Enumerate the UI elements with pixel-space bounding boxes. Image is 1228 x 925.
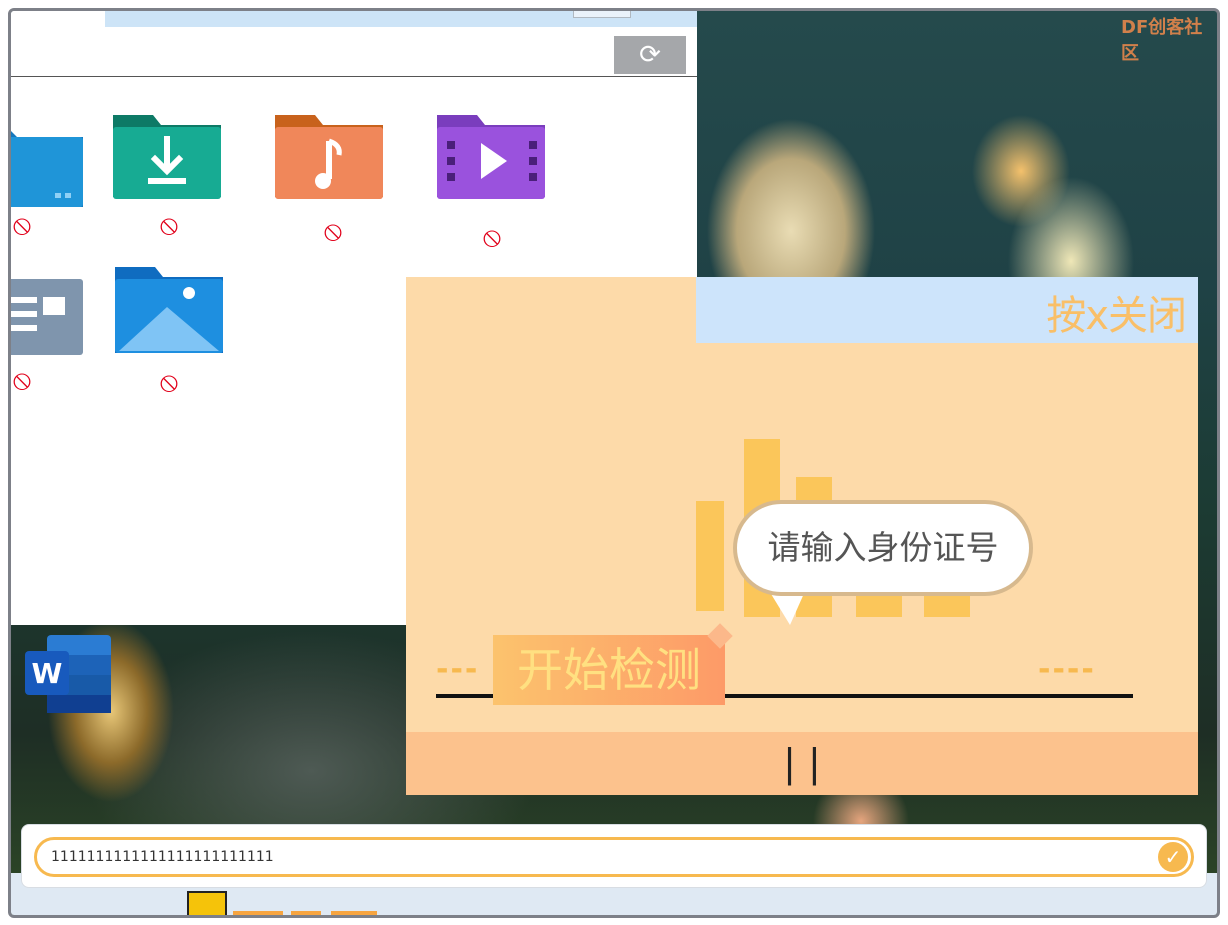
dash-decoration-right: ---- bbox=[1038, 652, 1096, 687]
deco-bar bbox=[696, 501, 724, 611]
address-bar-stub[interactable] bbox=[573, 11, 631, 18]
watermark-logo: DF创客社区 bbox=[1121, 17, 1203, 64]
refresh-button[interactable]: ⟳ bbox=[614, 36, 686, 74]
dialog-header: 按x关闭 bbox=[696, 277, 1198, 343]
blocked-icon: ⦸ bbox=[482, 220, 502, 253]
speech-bubble: 请输入身份证号 bbox=[733, 500, 1033, 596]
downloads-folder-icon[interactable] bbox=[109, 111, 225, 201]
taskbar-active-indicator bbox=[291, 911, 321, 915]
confirm-check-icon[interactable]: ✓ bbox=[1158, 842, 1188, 872]
videos-folder-icon[interactable] bbox=[433, 111, 549, 201]
word-app-icon[interactable]: W bbox=[25, 635, 111, 713]
documents-folder-icon[interactable] bbox=[8, 273, 87, 363]
blocked-icon: ⦸ bbox=[323, 214, 343, 247]
desktop-folder-icon[interactable] bbox=[8, 121, 87, 211]
explorer-corner bbox=[11, 11, 105, 27]
dialog-footer: | | bbox=[406, 732, 1198, 795]
pictures-folder-icon[interactable] bbox=[111, 263, 227, 353]
blocked-icon: ⦸ bbox=[12, 208, 32, 241]
taskbar-active-indicator bbox=[331, 911, 377, 915]
explorer-titlebar[interactable] bbox=[105, 11, 697, 27]
music-folder-icon[interactable] bbox=[271, 111, 387, 201]
blocked-icon: ⦸ bbox=[12, 363, 32, 396]
close-hint[interactable]: 按x关闭 bbox=[1046, 283, 1187, 341]
input-panel: 1111111111111111111111111 ✓ bbox=[21, 824, 1207, 888]
explorer-divider bbox=[11, 76, 697, 77]
footer-text: | | bbox=[783, 741, 821, 785]
id-check-dialog: 按x关闭 请输入身份证号 --- ---- 开始检测 | | bbox=[406, 277, 1198, 795]
start-detection-button[interactable]: 开始检测 bbox=[493, 635, 725, 705]
svg-text:W: W bbox=[32, 657, 63, 690]
taskbar-app-icon[interactable] bbox=[187, 891, 227, 915]
blocked-icon: ⦸ bbox=[159, 365, 179, 398]
taskbar-active-indicator bbox=[233, 911, 283, 915]
id-number-input[interactable]: 1111111111111111111111111 ✓ bbox=[34, 837, 1194, 877]
refresh-icon: ⟳ bbox=[639, 40, 661, 70]
dash-decoration-left: --- bbox=[436, 652, 480, 687]
desktop-frame: ⟳ ⦸ ⦸ ⦸ ⦸ ⦸ ⦸ DF创客社区 W 按x关闭 请输入身份证号 --- … bbox=[8, 8, 1220, 918]
input-value: 1111111111111111111111111 bbox=[51, 849, 274, 865]
blocked-icon: ⦸ bbox=[159, 208, 179, 241]
